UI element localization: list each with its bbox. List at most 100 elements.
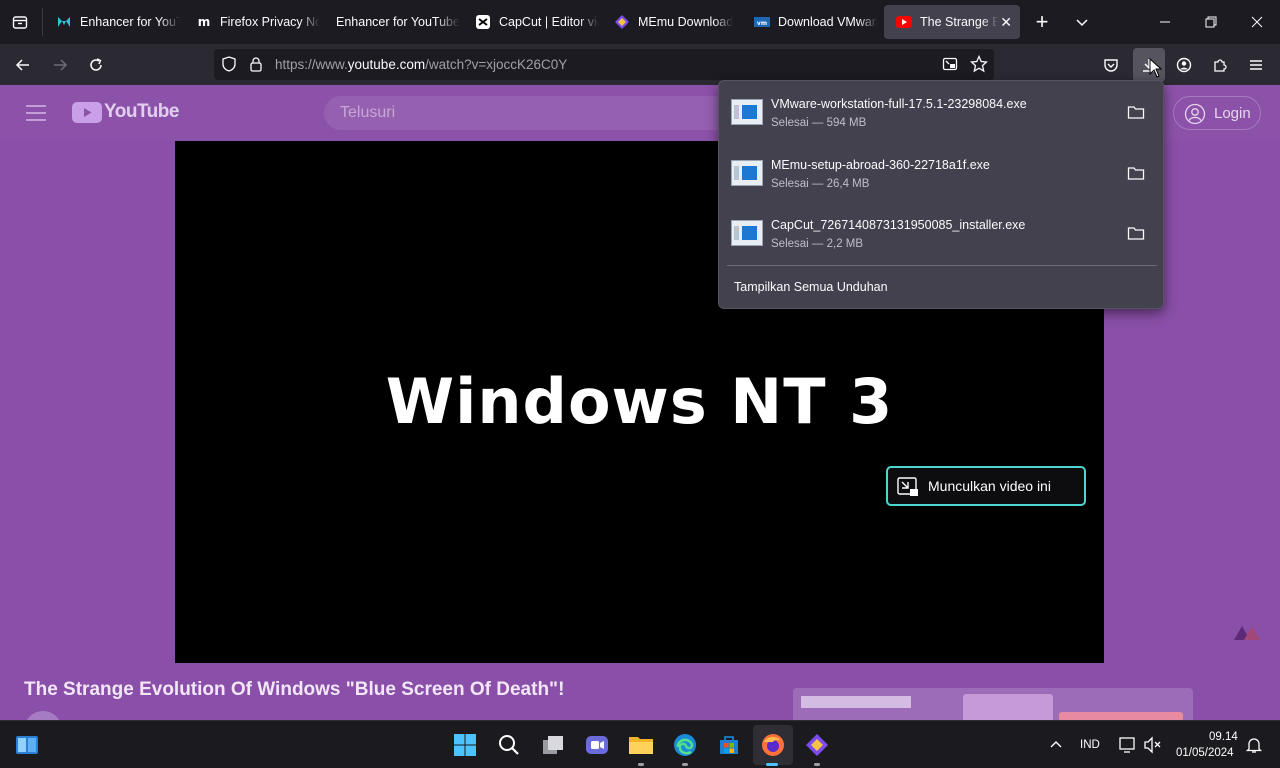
video-title: The Strange Evolution Of Windows "Blue S… <box>24 679 565 700</box>
floating-logo-icon[interactable] <box>1232 622 1262 647</box>
pip-label: Munculkan video ini <box>928 478 1051 494</box>
memu-taskbar-icon[interactable] <box>802 730 832 760</box>
divider <box>727 265 1157 266</box>
downloads-panel: VMware-workstation-full-17.5.1-23298084.… <box>718 80 1164 309</box>
ad-banner-button[interactable] <box>1059 712 1183 720</box>
url-text: https://www.youtube.com/watch?v=xjoccK26… <box>275 57 567 72</box>
close-tab-icon[interactable]: ✕ <box>1000 14 1012 31</box>
download-filename: VMware-workstation-full-17.5.1-23298084.… <box>771 97 1027 111</box>
mozilla-icon: m <box>197 15 211 29</box>
forward-button[interactable] <box>45 50 75 80</box>
firefox-icon[interactable] <box>758 730 788 760</box>
download-item[interactable]: MEmu-setup-abroad-360-22718a1f.exe Seles… <box>719 146 1163 204</box>
clock-date[interactable]: 01/05/2024 <box>1176 747 1234 759</box>
taskbar: IND 09.14 01/05/2024 <box>0 720 1280 768</box>
pocket-icon[interactable] <box>1096 50 1126 80</box>
exe-file-icon <box>731 160 763 186</box>
download-status: Selesai — 2,2 MB <box>771 238 864 250</box>
volume-muted-icon[interactable] <box>1138 730 1168 760</box>
url-path: /watch?v=xjoccK26C0Y <box>425 57 568 72</box>
ad-banner-logo <box>801 696 911 708</box>
chevron-up-icon[interactable] <box>1041 730 1071 760</box>
reload-button[interactable] <box>81 50 111 80</box>
youtube-logo-icon[interactable] <box>72 102 102 128</box>
tab-label: Download VMware <box>778 15 878 29</box>
tab-separator <box>42 8 43 36</box>
user-circle-icon <box>1184 103 1206 129</box>
download-filename: MEmu-setup-abroad-360-22718a1f.exe <box>771 158 990 172</box>
url-bar[interactable]: https://www.youtube.com/watch?v=xjoccK26… <box>214 49 994 80</box>
exe-file-icon <box>731 99 763 125</box>
close-window-button[interactable] <box>1234 0 1280 44</box>
new-tab-button[interactable]: + <box>1027 7 1057 37</box>
tab-label: Enhancer for YouTube <box>80 15 180 29</box>
download-item[interactable]: CapCut_7267140873131950085_installer.exe… <box>719 206 1163 264</box>
tab-enhancer-1[interactable]: Enhancer for YouTube <box>44 5 180 39</box>
account-icon[interactable] <box>1169 50 1199 80</box>
url-prefix: https://www. <box>275 57 348 72</box>
picture-in-picture-icon[interactable] <box>942 56 958 77</box>
tab-label: Firefox Privacy Notice <box>220 15 320 29</box>
download-status: Selesai — 594 MB <box>771 117 867 129</box>
tab-enhancer-2[interactable]: Enhancer for YouTube <box>324 5 460 39</box>
tab-label: MEmu Download <box>638 15 734 29</box>
tab-youtube-active[interactable]: The Strange Evolution ✕ <box>884 5 1020 39</box>
tab-capcut[interactable]: CapCut | Editor video <box>463 5 599 39</box>
channel-avatar[interactable] <box>24 711 62 720</box>
clock-time[interactable]: 09.14 <box>1209 731 1238 743</box>
chat-icon[interactable] <box>582 730 612 760</box>
vmware-icon: vm <box>754 14 770 30</box>
back-button[interactable] <box>8 50 38 80</box>
capcut-icon <box>475 14 491 30</box>
edge-icon[interactable] <box>670 730 700 760</box>
running-indicator <box>638 763 644 766</box>
restore-button[interactable] <box>1188 0 1234 44</box>
language-indicator[interactable]: IND <box>1080 739 1100 751</box>
extensions-icon[interactable] <box>1205 50 1235 80</box>
download-item[interactable]: VMware-workstation-full-17.5.1-23298084.… <box>719 85 1163 143</box>
download-filename: CapCut_7267140873131950085_installer.exe <box>771 218 1026 232</box>
tab-label: The Strange Evolution <box>920 15 998 29</box>
start-icon[interactable] <box>450 730 480 760</box>
svg-text:vm: vm <box>757 20 767 27</box>
running-indicator <box>682 763 688 766</box>
task-view-icon[interactable] <box>538 730 568 760</box>
tab-vmware[interactable]: vm Download VMware <box>742 5 878 39</box>
search-icon[interactable] <box>494 730 524 760</box>
search-input[interactable]: Telusuri <box>324 96 744 130</box>
folder-icon[interactable] <box>1127 104 1147 124</box>
ad-banner-image <box>963 694 1053 720</box>
list-all-tabs-button[interactable] <box>1067 7 1097 37</box>
exe-file-icon <box>731 220 763 246</box>
pip-toggle-button[interactable]: Munculkan video ini <box>886 466 1086 506</box>
running-indicator <box>814 763 820 766</box>
tab-memu[interactable]: MEmu Download <box>602 5 738 39</box>
ad-banner[interactable] <box>793 688 1193 720</box>
login-label: Login <box>1214 104 1251 122</box>
folder-icon[interactable] <box>1127 225 1147 245</box>
bookmark-star-icon[interactable] <box>969 54 989 78</box>
youtube-logo-text[interactable]: YouTube <box>104 101 179 123</box>
video-frame-text: Windows NT 3 <box>385 365 894 438</box>
folder-icon[interactable] <box>1127 165 1147 185</box>
download-status: Selesai — 26,4 MB <box>771 178 870 190</box>
widgets-icon[interactable] <box>12 730 42 760</box>
lock-icon[interactable] <box>248 56 264 77</box>
store-icon[interactable] <box>714 730 744 760</box>
hamburger-menu-icon[interactable] <box>24 103 48 128</box>
tracking-protection-icon[interactable] <box>221 56 237 77</box>
minimize-button[interactable] <box>1142 0 1188 44</box>
enhancer-icon <box>56 14 72 30</box>
login-button[interactable]: Login <box>1173 96 1261 130</box>
notification-icon[interactable] <box>1239 730 1269 760</box>
youtube-icon <box>896 14 912 30</box>
pip-icon <box>897 477 919 500</box>
show-all-downloads-button[interactable]: Tampilkan Semua Unduhan <box>734 280 888 294</box>
firefox-view-icon[interactable] <box>5 7 35 37</box>
file-explorer-icon[interactable] <box>626 730 656 760</box>
tab-firefox-privacy[interactable]: m Firefox Privacy Notice <box>184 5 320 39</box>
menu-icon[interactable] <box>1241 50 1271 80</box>
tab-label: Enhancer for YouTube <box>336 15 460 29</box>
url-domain: youtube.com <box>347 57 426 72</box>
memu-icon <box>614 14 630 30</box>
